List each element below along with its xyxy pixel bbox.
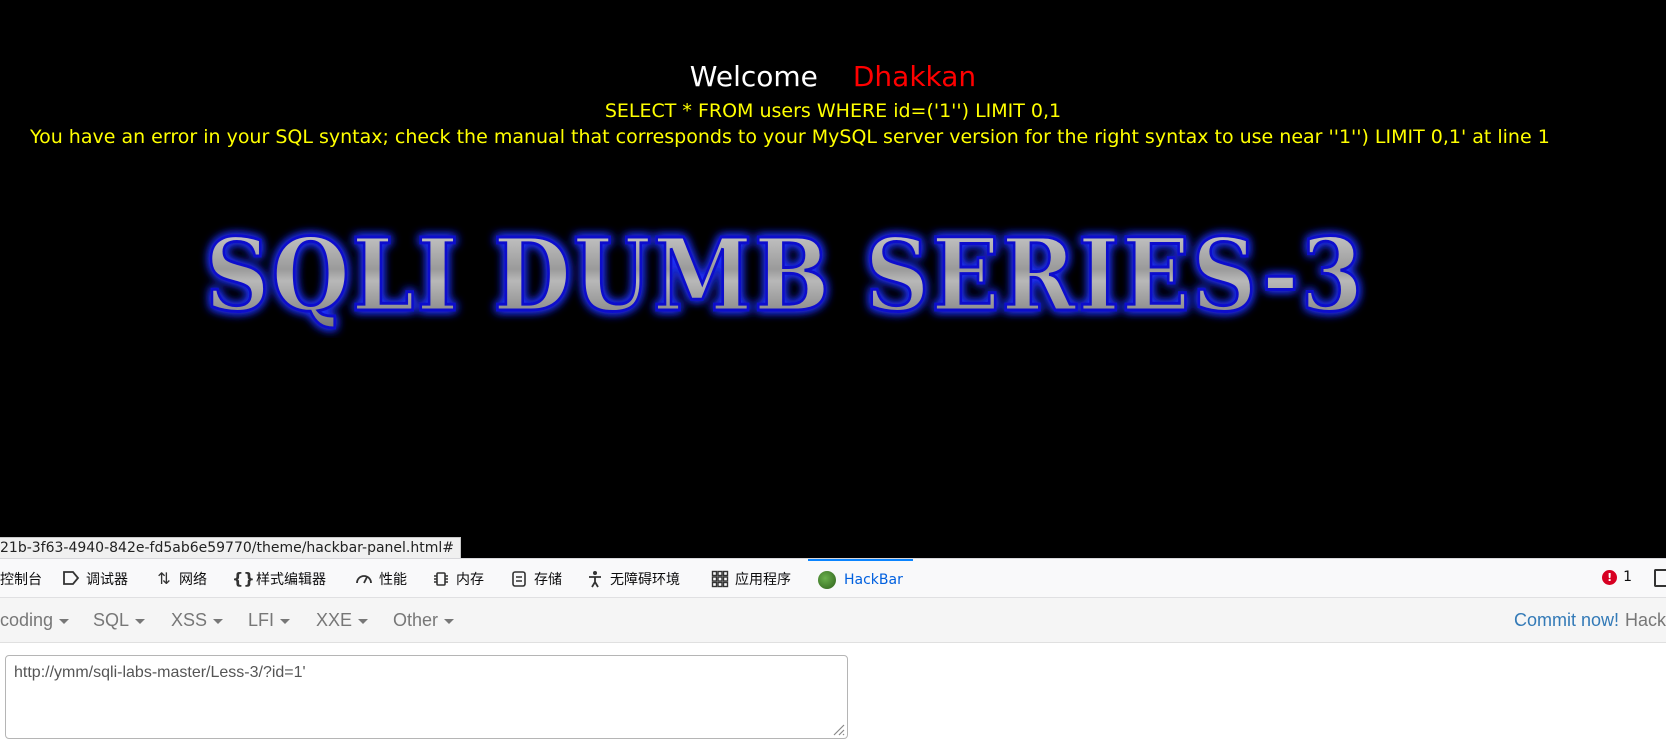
username-text: Dhakkan	[852, 60, 977, 93]
application-icon	[711, 570, 729, 588]
error-icon: !	[1602, 569, 1618, 585]
menu-xss[interactable]: XSS	[171, 598, 224, 642]
accessibility-icon	[586, 570, 604, 588]
menu-label: SQL	[93, 610, 130, 630]
caret-down-icon	[358, 618, 369, 624]
tab-label: 网络	[179, 571, 207, 588]
network-icon: ⇅	[157, 568, 171, 588]
menu-xxe[interactable]: XXE	[316, 598, 369, 642]
hackbar-menubar: coding SQL XSS LFI XXE Other Commit now!…	[0, 598, 1666, 643]
devtools-tabbar: 控制台 调试器 ⇅ 网络 {} 样式编辑器 性能 内存 存储 无障碍环境 应用程…	[0, 558, 1666, 598]
tab-storage[interactable]: 存储	[510, 559, 562, 598]
tab-label: 性能	[379, 571, 407, 588]
hackbar-icon	[818, 570, 836, 589]
menu-other[interactable]: Other	[393, 598, 455, 642]
menu-sql[interactable]: SQL	[93, 598, 146, 642]
status-bar-url: 21b-3f63-4940-842e-fd5ab6e59770/theme/ha…	[0, 537, 461, 558]
tab-label: HackBar	[844, 571, 903, 588]
tab-label: 内存	[456, 571, 484, 588]
menu-lfi[interactable]: LFI	[248, 598, 291, 642]
tab-label: 控制台	[0, 571, 42, 588]
tab-label: 调试器	[86, 571, 128, 588]
storage-icon	[510, 570, 528, 588]
caret-down-icon	[280, 618, 291, 624]
resize-grip-icon[interactable]	[831, 722, 845, 736]
sql-query-text: SELECT * FROM users WHERE id=('1'') LIMI…	[604, 100, 1062, 122]
welcome-text: Welcome	[689, 60, 818, 93]
menu-label: XXE	[316, 610, 353, 630]
commit-area: Commit now! Hack	[1514, 598, 1666, 642]
menu-label: LFI	[248, 610, 275, 630]
error-count: 1	[1623, 569, 1632, 585]
sqli-page: Welcome Dhakkan SELECT * FROM users WHERE…	[0, 0, 1666, 558]
tab-debugger[interactable]: 调试器	[62, 559, 128, 598]
welcome-line: Welcome Dhakkan	[0, 58, 1666, 96]
caret-down-icon	[444, 618, 455, 624]
tab-network[interactable]: ⇅ 网络	[155, 559, 207, 598]
caret-down-icon	[59, 618, 70, 624]
caret-down-icon	[213, 618, 224, 624]
menu-label: coding	[0, 610, 54, 630]
caret-down-icon	[135, 618, 146, 624]
commit-now-link[interactable]: Commit now!	[1514, 610, 1619, 630]
memory-icon	[432, 570, 450, 588]
performance-icon	[355, 570, 373, 588]
url-value: http://ymm/sqli-labs-master/Less-3/?id=1…	[14, 664, 306, 681]
tab-accessibility[interactable]: 无障碍环境	[586, 559, 680, 598]
style-editor-icon: {}	[232, 568, 255, 588]
tab-label: 存储	[534, 571, 562, 588]
sql-error-message: You have an error in your SQL syntax; ch…	[30, 126, 1550, 148]
url-textarea[interactable]: http://ymm/sqli-labs-master/Less-3/?id=1…	[5, 655, 848, 739]
tab-style-editor[interactable]: {} 样式编辑器	[232, 559, 326, 598]
error-count-badge[interactable]: ! 1	[1602, 569, 1632, 585]
series-banner: SQLI DUMB SERIES-3	[204, 218, 1365, 336]
dock-side-icon[interactable]	[1654, 569, 1666, 587]
debugger-icon	[62, 570, 80, 588]
menu-label: Other	[393, 610, 439, 630]
menu-encoding[interactable]: coding	[0, 598, 70, 642]
hackbar-brand: Hack	[1624, 610, 1666, 630]
tab-application[interactable]: 应用程序	[711, 559, 791, 598]
tab-label: 无障碍环境	[610, 571, 680, 588]
tab-label: 应用程序	[735, 571, 791, 588]
tab-memory[interactable]: 内存	[432, 559, 484, 598]
tab-label: 样式编辑器	[256, 571, 326, 588]
tab-hackbar[interactable]: HackBar	[808, 559, 913, 598]
tab-performance[interactable]: 性能	[355, 559, 407, 598]
menu-label: XSS	[171, 610, 208, 630]
tab-console[interactable]: 控制台	[0, 559, 42, 598]
banner-title: SQLI DUMB SERIES-3	[205, 218, 1365, 334]
devtools-panel: 控制台 调试器 ⇅ 网络 {} 样式编辑器 性能 内存 存储 无障碍环境 应用程…	[0, 558, 1666, 742]
